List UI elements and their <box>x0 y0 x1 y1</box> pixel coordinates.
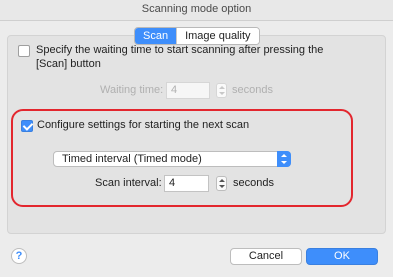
cancel-button[interactable]: Cancel <box>230 248 302 265</box>
scan-interval-stepper[interactable] <box>216 176 227 191</box>
waiting-time-checkbox-label-line2: [Scan] button <box>36 58 101 70</box>
checkmark-icon <box>22 120 34 131</box>
chevron-updown-icon <box>277 151 291 167</box>
mode-select[interactable]: Timed interval (Timed mode) <box>53 151 291 167</box>
title-bar: Scanning mode option <box>0 0 393 21</box>
window-title: Scanning mode option <box>141 3 252 15</box>
mode-select-value: Timed interval (Timed mode) <box>62 153 202 165</box>
ok-button[interactable]: OK <box>306 248 378 265</box>
waiting-time-stepper[interactable] <box>216 83 227 98</box>
scan-interval-unit: seconds <box>233 177 274 189</box>
waiting-time-label: Waiting time: <box>100 84 164 96</box>
tab-scan[interactable]: Scan <box>135 28 177 44</box>
waiting-time-unit: seconds <box>232 84 273 96</box>
scan-interval-label: Scan interval: <box>95 177 162 189</box>
waiting-time-checkbox-label-line1: Specify the waiting time to start scanni… <box>36 44 324 56</box>
help-button[interactable]: ? <box>11 248 27 264</box>
next-scan-checkbox-label: Configure settings for starting the next… <box>37 119 250 131</box>
tab-image-quality[interactable]: Image quality <box>176 28 259 44</box>
tab-bar: Scan Image quality <box>134 27 260 45</box>
waiting-time-checkbox[interactable] <box>18 45 30 57</box>
next-scan-checkbox[interactable] <box>21 120 34 132</box>
scan-interval-input[interactable]: 4 <box>164 175 209 192</box>
waiting-time-input[interactable]: 4 <box>166 82 210 99</box>
